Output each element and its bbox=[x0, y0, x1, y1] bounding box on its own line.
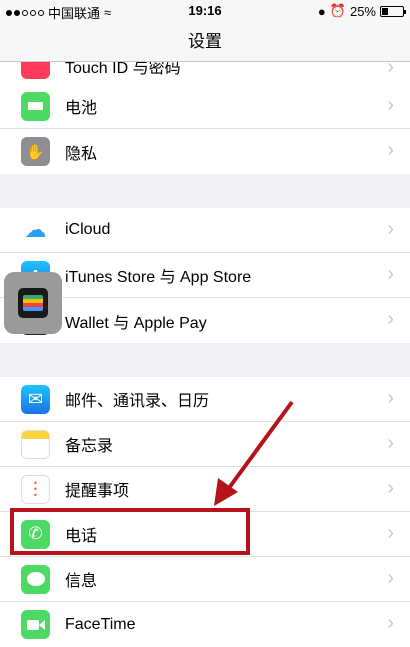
section-gap bbox=[0, 174, 410, 208]
navigation-bar: 设置 bbox=[0, 22, 410, 62]
chevron-right-icon: › bbox=[387, 432, 394, 454]
battery-percent: 25% bbox=[349, 3, 376, 19]
settings-row-reminders[interactable]: • • • 提醒事项 › bbox=[0, 467, 410, 512]
chevron-right-icon: › bbox=[387, 263, 394, 285]
settings-row-label: 邮件、通讯录、日历 bbox=[65, 393, 210, 410]
status-bar: 中国联通 ≈ 19:16 ● ⏰ 25% bbox=[0, 0, 410, 22]
settings-row-label: 提醒事项 bbox=[65, 483, 130, 500]
settings-row-label: 备忘录 bbox=[65, 438, 114, 455]
chevron-right-icon: › bbox=[387, 94, 394, 116]
chevron-right-icon: › bbox=[387, 62, 394, 78]
chevron-right-icon: › bbox=[387, 612, 394, 634]
settings-row-label: 电池 bbox=[65, 100, 98, 117]
settings-row-mail[interactable]: ✉ 邮件、通讯录、日历 › bbox=[0, 377, 410, 422]
rotation-lock-icon: ● bbox=[317, 3, 326, 19]
settings-row-label: iCloud bbox=[65, 221, 111, 238]
chevron-right-icon: › bbox=[387, 522, 394, 544]
settings-row-label: Touch ID 与密码 bbox=[65, 62, 181, 77]
alarm-icon: ⏰ bbox=[329, 3, 346, 18]
settings-row-label: 信息 bbox=[65, 573, 98, 590]
messages-icon bbox=[21, 564, 50, 594]
fingerprint-icon bbox=[21, 62, 50, 79]
chevron-right-icon: › bbox=[387, 387, 394, 409]
settings-row-battery[interactable]: 电池 › bbox=[0, 84, 410, 129]
settings-row-notes[interactable]: 备忘录 › bbox=[0, 422, 410, 467]
mail-icon: ✉ bbox=[21, 384, 50, 414]
status-right: ● ⏰ 25% bbox=[317, 3, 406, 19]
battery-indicator-icon bbox=[380, 5, 406, 17]
wallet-app-icon-overlay bbox=[4, 272, 62, 334]
settings-row-label: 隐私 bbox=[65, 145, 98, 163]
settings-row-label: Wallet 与 Apple Pay bbox=[65, 314, 207, 332]
settings-row-touch-id[interactable]: Touch ID 与密码 › bbox=[0, 62, 410, 84]
settings-row-label: FaceTime bbox=[65, 615, 136, 633]
settings-row-icloud[interactable]: ☁ iCloud › bbox=[0, 208, 410, 253]
notes-icon bbox=[21, 429, 50, 459]
battery-icon bbox=[21, 91, 50, 121]
chevron-right-icon: › bbox=[387, 567, 394, 589]
chevron-right-icon: › bbox=[387, 139, 394, 161]
page-title: 设置 bbox=[188, 32, 222, 51]
chevron-right-icon: › bbox=[387, 477, 394, 499]
settings-row-label: iTunes Store 与 App Store bbox=[65, 269, 252, 286]
settings-row-facetime[interactable]: FaceTime › bbox=[0, 602, 410, 647]
wallet-icon bbox=[18, 288, 48, 318]
settings-row-privacy[interactable]: ✋ 隐私 › bbox=[0, 129, 410, 174]
reminders-icon: • • • bbox=[21, 474, 50, 504]
annotation-highlight-box bbox=[10, 508, 250, 555]
chevron-right-icon: › bbox=[387, 218, 394, 240]
settings-row-messages[interactable]: 信息 › bbox=[0, 557, 410, 602]
settings-group-1: 电池 › ✋ 隐私 › bbox=[0, 84, 410, 174]
section-gap bbox=[0, 343, 410, 377]
chevron-right-icon: › bbox=[387, 308, 394, 330]
cloud-icon: ☁ bbox=[21, 215, 50, 245]
facetime-icon bbox=[21, 610, 50, 639]
hand-icon: ✋ bbox=[21, 137, 50, 166]
